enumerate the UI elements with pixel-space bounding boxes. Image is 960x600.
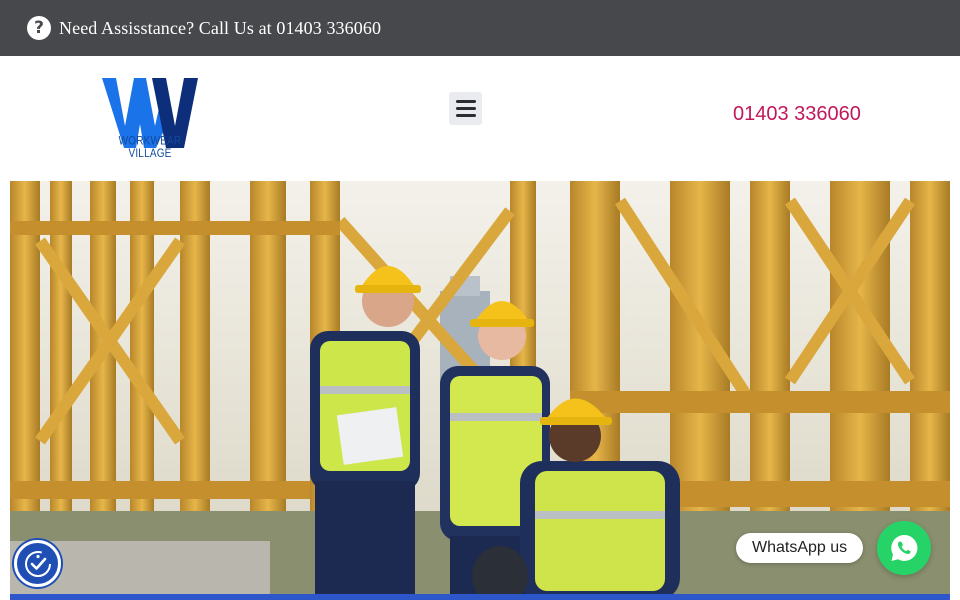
whatsapp-label[interactable]: WhatsApp us xyxy=(736,533,864,563)
hamburger-menu-button[interactable] xyxy=(449,92,482,125)
site-header: WORKWEAR VILLAGE 01403 336060 xyxy=(0,56,960,181)
hamburger-line xyxy=(455,107,476,110)
top-announcement-bar: ? Need Assisstance? Call Us at 01403 336… xyxy=(0,0,960,56)
question-circle-icon: ? xyxy=(27,16,51,40)
logo-caption: WORKWEAR VILLAGE xyxy=(118,135,182,161)
hamburger-line xyxy=(455,114,476,117)
whatsapp-button[interactable] xyxy=(877,521,931,575)
assistance-text: Need Assisstance? Call Us at 01403 33606… xyxy=(59,17,382,38)
header-phone-link[interactable]: 01403 336060 xyxy=(733,103,861,126)
hamburger-menu-icon xyxy=(455,100,476,103)
whatsapp-icon xyxy=(891,534,918,561)
hero-bottom-strip xyxy=(10,594,950,600)
accessibility-icon xyxy=(24,550,51,577)
accessibility-button[interactable] xyxy=(14,540,61,587)
